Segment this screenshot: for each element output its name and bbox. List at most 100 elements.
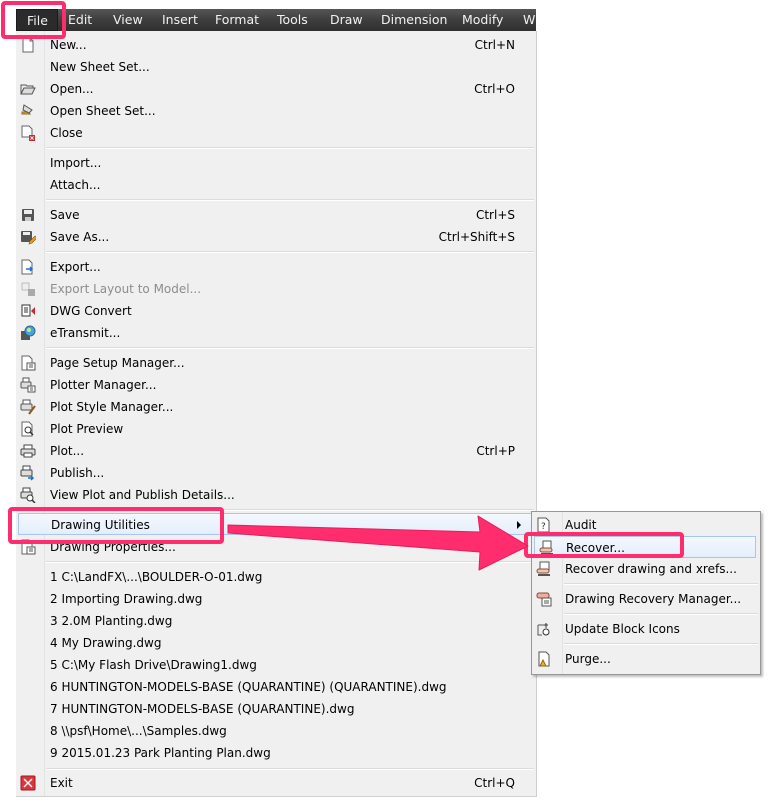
menu-item-page-setup-manager[interactable]: Page Setup Manager...: [16, 352, 536, 374]
menu-tools[interactable]: Tools: [277, 9, 308, 31]
file-menu: New... Ctrl+N New Sheet Set... Open... C…: [16, 31, 537, 797]
menu-item-plot-preview[interactable]: Plot Preview: [16, 418, 536, 440]
menu-item-export[interactable]: Export...: [16, 256, 536, 278]
etransmit-icon: [21, 325, 36, 340]
audit-icon: ?: [537, 517, 550, 533]
menu-separator: [46, 199, 534, 201]
plot-preview-icon: [21, 421, 34, 437]
menu-item-label: Purge...: [565, 652, 611, 666]
submenu-item-recover-drawing-and-xrefs[interactable]: Recover drawing and xrefs...: [532, 558, 760, 580]
recent-file-item[interactable]: 7 HUNTINGTON-MODELS-BASE (QUARANTINE).dw…: [16, 698, 536, 720]
menu-item-shortcut: Ctrl+N: [474, 38, 515, 52]
menu-item-attach[interactable]: Attach...: [16, 174, 536, 196]
menu-item-label: Exit: [50, 776, 73, 790]
menu-draw[interactable]: Draw: [330, 9, 363, 31]
menu-separator: [46, 561, 534, 563]
menu-item-label: Plotter Manager...: [50, 378, 157, 392]
menu-item-label: Plot Preview: [50, 422, 124, 436]
printer-icon: [20, 444, 36, 458]
export-layout-icon: [21, 282, 35, 296]
menu-item-plotter-manager[interactable]: Plotter Manager...: [16, 374, 536, 396]
menu-item-label: 1 C:\LandFX\...\BOULDER-O-01.dwg: [50, 570, 263, 584]
menu-dimension[interactable]: Dimension: [381, 9, 447, 31]
menu-item-export-layout-to-model[interactable]: Export Layout to Model...: [16, 278, 536, 300]
menu-item-label: DWG Convert: [50, 304, 132, 318]
menu-item-plot-style-manager[interactable]: Plot Style Manager...: [16, 396, 536, 418]
svg-text:?: ?: [541, 522, 546, 532]
exit-icon: [20, 775, 36, 791]
menu-separator: [564, 613, 758, 615]
menu-item-save[interactable]: Save Ctrl+S: [16, 204, 536, 226]
menu-item-label: eTransmit...: [50, 326, 121, 340]
menu-item-publish[interactable]: Publish...: [16, 462, 536, 484]
menu-modify[interactable]: Modify: [462, 9, 503, 31]
purge-icon: [538, 651, 550, 667]
menu-separator: [564, 583, 758, 585]
new-document-icon: [22, 37, 34, 53]
highlight-file-menu: [1, 1, 66, 39]
menu-item-label: Update Block Icons: [565, 622, 680, 636]
submenu-item-drawing-recovery-manager[interactable]: Drawing Recovery Manager...: [532, 588, 760, 610]
menu-view[interactable]: View: [113, 9, 143, 31]
recent-file-item[interactable]: 9 2015.01.23 Park Planting Plan.dwg: [16, 742, 536, 764]
menu-separator: [46, 347, 534, 349]
menu-item-exit[interactable]: Exit Ctrl+Q: [16, 772, 536, 794]
menu-item-close[interactable]: Close: [16, 122, 536, 144]
menu-window[interactable]: W: [523, 9, 535, 31]
menu-item-open-sheet-set[interactable]: Open Sheet Set...: [16, 100, 536, 122]
menu-item-label: 6 HUNTINGTON-MODELS-BASE (QUARANTINE) (Q…: [50, 680, 447, 694]
menu-item-label: Export Layout to Model...: [50, 282, 202, 296]
recent-file-item[interactable]: 8 \\psf\Home\...\Samples.dwg: [16, 720, 536, 742]
menu-item-label: 3 2.0M Planting.dwg: [50, 614, 173, 628]
open-folder-icon: [20, 84, 36, 95]
page-setup-icon: [21, 355, 36, 371]
menu-item-plot[interactable]: Plot... Ctrl+P: [16, 440, 536, 462]
recent-file-item[interactable]: 6 HUNTINGTON-MODELS-BASE (QUARANTINE) (Q…: [16, 676, 536, 698]
publish-icon: [20, 465, 35, 481]
recent-file-item[interactable]: 1 C:\LandFX\...\BOULDER-O-01.dwg: [16, 566, 536, 588]
menu-separator: [46, 147, 534, 149]
menu-item-etransmit[interactable]: eTransmit...: [16, 322, 536, 344]
menu-item-label: Publish...: [50, 466, 105, 480]
recent-file-item[interactable]: 4 My Drawing.dwg: [16, 632, 536, 654]
menu-item-label: Export...: [50, 260, 101, 274]
menu-format[interactable]: Format: [215, 9, 259, 31]
menu-item-new[interactable]: New... Ctrl+N: [16, 34, 536, 56]
menu-item-label: New Sheet Set...: [50, 60, 150, 74]
menu-separator: [46, 251, 534, 253]
menu-item-label: Plot...: [50, 444, 85, 458]
menu-item-label: Open Sheet Set...: [50, 104, 156, 118]
update-block-icons-icon: [537, 623, 550, 636]
recent-file-item[interactable]: 2 Importing Drawing.dwg: [16, 588, 536, 610]
recent-file-item[interactable]: 3 2.0M Planting.dwg: [16, 610, 536, 632]
menu-item-label: 5 C:\My Flash Drive\Drawing1.dwg: [50, 658, 257, 672]
menu-edit[interactable]: Edit: [68, 9, 92, 31]
recovery-manager-icon: [536, 592, 552, 607]
menu-item-label: Save: [50, 208, 80, 222]
submenu-item-purge[interactable]: Purge...: [532, 648, 760, 670]
menu-bar: File Edit View Insert Format Tools Draw …: [16, 9, 536, 31]
dwg-convert-icon: [21, 304, 35, 317]
menu-item-save-as[interactable]: Save As... Ctrl+Shift+S: [16, 226, 536, 248]
highlight-recover: [524, 532, 684, 558]
menu-item-label: Import...: [50, 156, 102, 170]
menu-item-shortcut: Ctrl+Q: [474, 776, 515, 790]
menu-item-new-sheet-set[interactable]: New Sheet Set...: [16, 56, 536, 78]
submenu-arrow-icon: [517, 521, 521, 529]
menu-item-label: View Plot and Publish Details...: [50, 488, 235, 502]
menu-item-label: 7 HUNTINGTON-MODELS-BASE (QUARANTINE).dw…: [50, 702, 355, 716]
menu-item-dwg-convert[interactable]: DWG Convert: [16, 300, 536, 322]
menu-item-import[interactable]: Import...: [16, 152, 536, 174]
menu-item-label: Recover drawing and xrefs...: [565, 562, 737, 576]
export-icon: [21, 259, 34, 275]
menu-item-open[interactable]: Open... Ctrl+O: [16, 78, 536, 100]
plot-style-icon: [20, 399, 36, 415]
plot-details-icon: [20, 487, 36, 503]
menu-item-view-plot-publish-details[interactable]: View Plot and Publish Details...: [16, 484, 536, 506]
submenu-item-update-block-icons[interactable]: Update Block Icons: [532, 618, 760, 640]
menu-insert[interactable]: Insert: [162, 9, 198, 31]
recent-file-item[interactable]: 5 C:\My Flash Drive\Drawing1.dwg: [16, 654, 536, 676]
menu-separator: [564, 643, 758, 645]
menu-item-label: Page Setup Manager...: [50, 356, 185, 370]
menu-item-label: 2 Importing Drawing.dwg: [50, 592, 203, 606]
